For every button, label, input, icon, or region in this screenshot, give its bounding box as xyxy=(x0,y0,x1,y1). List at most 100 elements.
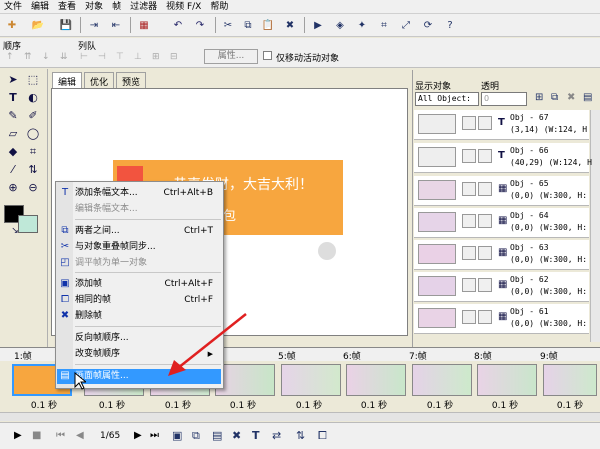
object-row[interactable]: ▦ Obj - 65 (0,0) (W:300, H: xyxy=(414,176,589,206)
objects-scrollbar[interactable] xyxy=(590,110,600,342)
paste-icon[interactable]: 📋 xyxy=(260,17,276,33)
menu-frame[interactable]: 帧 xyxy=(112,0,121,14)
delete-icon[interactable]: ✖ xyxy=(282,17,298,33)
brush-icon[interactable]: ✐ xyxy=(26,109,40,123)
object-row[interactable]: ▦ Obj - 62 (0,0) (W:300, H: xyxy=(414,272,589,302)
redo-icon[interactable]: ↷ xyxy=(192,17,208,33)
menu-item[interactable]: ⧠ 相同的帧 Ctrl+F xyxy=(57,293,221,308)
zoom-out-icon[interactable]: ⊖ xyxy=(26,181,40,195)
visibility-toggle[interactable] xyxy=(462,246,476,260)
lock-toggle[interactable] xyxy=(478,116,492,130)
visibility-toggle[interactable] xyxy=(462,310,476,324)
play-icon[interactable]: ▶ xyxy=(14,430,22,441)
wizard-icon[interactable]: ✦ xyxy=(354,17,370,33)
rotate-icon[interactable]: ⟳ xyxy=(420,17,436,33)
delete-frame-icon[interactable]: ✖ xyxy=(232,429,241,442)
eraser-icon[interactable]: ▱ xyxy=(6,127,20,141)
frame-thumb-7[interactable] xyxy=(412,364,472,396)
last-frame-icon[interactable]: ⏭ xyxy=(150,430,159,441)
menu-item[interactable]: ▣ 添加帧 Ctrl+Alt+F xyxy=(57,277,221,292)
stop-icon[interactable]: ■ xyxy=(32,430,41,441)
copy-icon[interactable]: ⧉ xyxy=(240,17,256,33)
align-top-icon[interactable]: ⊤ xyxy=(116,52,124,62)
pencil-icon[interactable]: ✎ xyxy=(6,109,20,123)
next-frame-icon[interactable]: ▶ xyxy=(134,430,142,441)
image-icon[interactable]: ▦ xyxy=(136,17,152,33)
import-icon[interactable]: ⇥ xyxy=(86,17,102,33)
lock-toggle[interactable] xyxy=(478,149,492,163)
menu-video-fx[interactable]: 视频 F/X xyxy=(166,0,201,14)
optimize-icon[interactable]: ◈ xyxy=(332,17,348,33)
line-icon[interactable]: ⇅ xyxy=(26,163,40,177)
prev-frame-icon[interactable]: ◀ xyxy=(76,430,84,441)
add-frame-icon[interactable]: ▣ xyxy=(172,429,182,442)
cut-icon[interactable]: ✂ xyxy=(220,17,236,33)
move-top-icon[interactable]: ⇈ xyxy=(24,52,32,62)
object-row[interactable]: T Obj - 66 (40,29) (W:124, H xyxy=(414,143,592,173)
add-object-icon[interactable]: ⊞ xyxy=(535,92,543,103)
visibility-toggle[interactable] xyxy=(462,149,476,163)
object-row[interactable]: T Obj - 67 (3,14) (W:124, H xyxy=(414,110,589,140)
visibility-toggle[interactable] xyxy=(462,116,476,130)
menu-object[interactable]: 对象 xyxy=(85,0,103,14)
object-filter-select[interactable]: All Object: xyxy=(415,92,479,106)
object-props-icon[interactable]: ▤ xyxy=(583,92,592,103)
cursor-icon[interactable]: ◐ xyxy=(26,91,40,105)
menu-item[interactable]: ⧉ 两者之间... Ctrl+T xyxy=(57,224,221,239)
menu-item[interactable]: ✂ 与对象重叠帧同步... xyxy=(57,240,221,255)
resize-icon[interactable]: ⤢ xyxy=(398,17,414,33)
align-bottom-icon[interactable]: ⊥ xyxy=(134,52,142,62)
pointer-icon[interactable]: ➤ xyxy=(6,73,20,87)
align-left-icon[interactable]: ⊢ xyxy=(80,52,88,62)
timeline-scrollbar[interactable] xyxy=(0,412,600,421)
lock-toggle[interactable] xyxy=(478,182,492,196)
crop-icon[interactable]: ⌗ xyxy=(376,17,392,33)
object-row[interactable]: ▦ Obj - 64 (0,0) (W:300, H: xyxy=(414,208,589,238)
delete-object-icon[interactable]: ✖ xyxy=(567,92,575,103)
menu-view[interactable]: 查看 xyxy=(58,0,76,14)
first-frame-icon[interactable]: ⏮ xyxy=(56,430,65,441)
properties-button[interactable]: 属性... xyxy=(204,49,258,64)
center-v-icon[interactable]: ⊟ xyxy=(170,52,178,62)
move-bottom-icon[interactable]: ⇊ xyxy=(60,52,68,62)
lasso-icon[interactable]: ◯ xyxy=(26,127,40,141)
object-row[interactable]: ▦ Obj - 61 (0,0) (W:300, H: xyxy=(414,304,589,334)
center-h-icon[interactable]: ⊞ xyxy=(152,52,160,62)
crop-tool-icon[interactable]: ⌗ xyxy=(26,145,40,159)
visibility-toggle[interactable] xyxy=(462,278,476,292)
undo-icon[interactable]: ↶ xyxy=(170,17,186,33)
visibility-toggle[interactable] xyxy=(462,214,476,228)
open-folder-icon[interactable]: 📂 xyxy=(30,17,46,33)
tab-edit[interactable]: 编辑 xyxy=(52,72,83,88)
lock-toggle[interactable] xyxy=(478,214,492,228)
align-right-icon[interactable]: ⊣ xyxy=(98,52,106,62)
duplicate-object-icon[interactable]: ⧉ xyxy=(551,92,558,103)
save-icon[interactable]: 💾 xyxy=(58,17,74,33)
swap-colors-icon[interactable]: ↘ xyxy=(8,224,22,238)
visibility-toggle[interactable] xyxy=(462,182,476,196)
object-row[interactable]: ▦ Obj - 63 (0,0) (W:300, H: xyxy=(414,240,589,270)
sync-icon[interactable]: ⧠ xyxy=(318,429,327,443)
menu-file[interactable]: 文件 xyxy=(4,0,22,14)
dropper-icon[interactable]: ⁄ xyxy=(6,163,20,177)
text-tool-icon[interactable]: T xyxy=(6,91,20,105)
fill-icon[interactable]: ◆ xyxy=(6,145,20,159)
tab-preview[interactable]: 预览 xyxy=(116,72,147,88)
lock-toggle[interactable] xyxy=(478,246,492,260)
reverse-icon[interactable]: ⇅ xyxy=(296,429,305,442)
same-frame-icon[interactable]: ⧉ xyxy=(192,429,200,443)
menu-item[interactable]: T 添加条幅文本... Ctrl+Alt+B xyxy=(57,186,221,201)
new-icon[interactable]: ✚ xyxy=(4,17,20,33)
preview-icon[interactable]: ▶ xyxy=(310,17,326,33)
transparency-spinner[interactable]: 0 xyxy=(481,92,527,106)
tab-optimize[interactable]: 优化 xyxy=(84,72,115,88)
menu-edit[interactable]: 编辑 xyxy=(31,0,49,14)
only-active-checkbox[interactable] xyxy=(263,51,272,60)
frame-thumb-8[interactable] xyxy=(477,364,537,396)
frame-thumb-9[interactable] xyxy=(543,364,597,396)
export-icon[interactable]: ⇤ xyxy=(108,17,124,33)
help-icon[interactable]: ? xyxy=(442,17,458,33)
menu-help[interactable]: 帮助 xyxy=(210,0,228,14)
tween-icon[interactable]: ⇄ xyxy=(272,429,281,442)
move-up-icon[interactable]: ↑ xyxy=(6,52,14,62)
